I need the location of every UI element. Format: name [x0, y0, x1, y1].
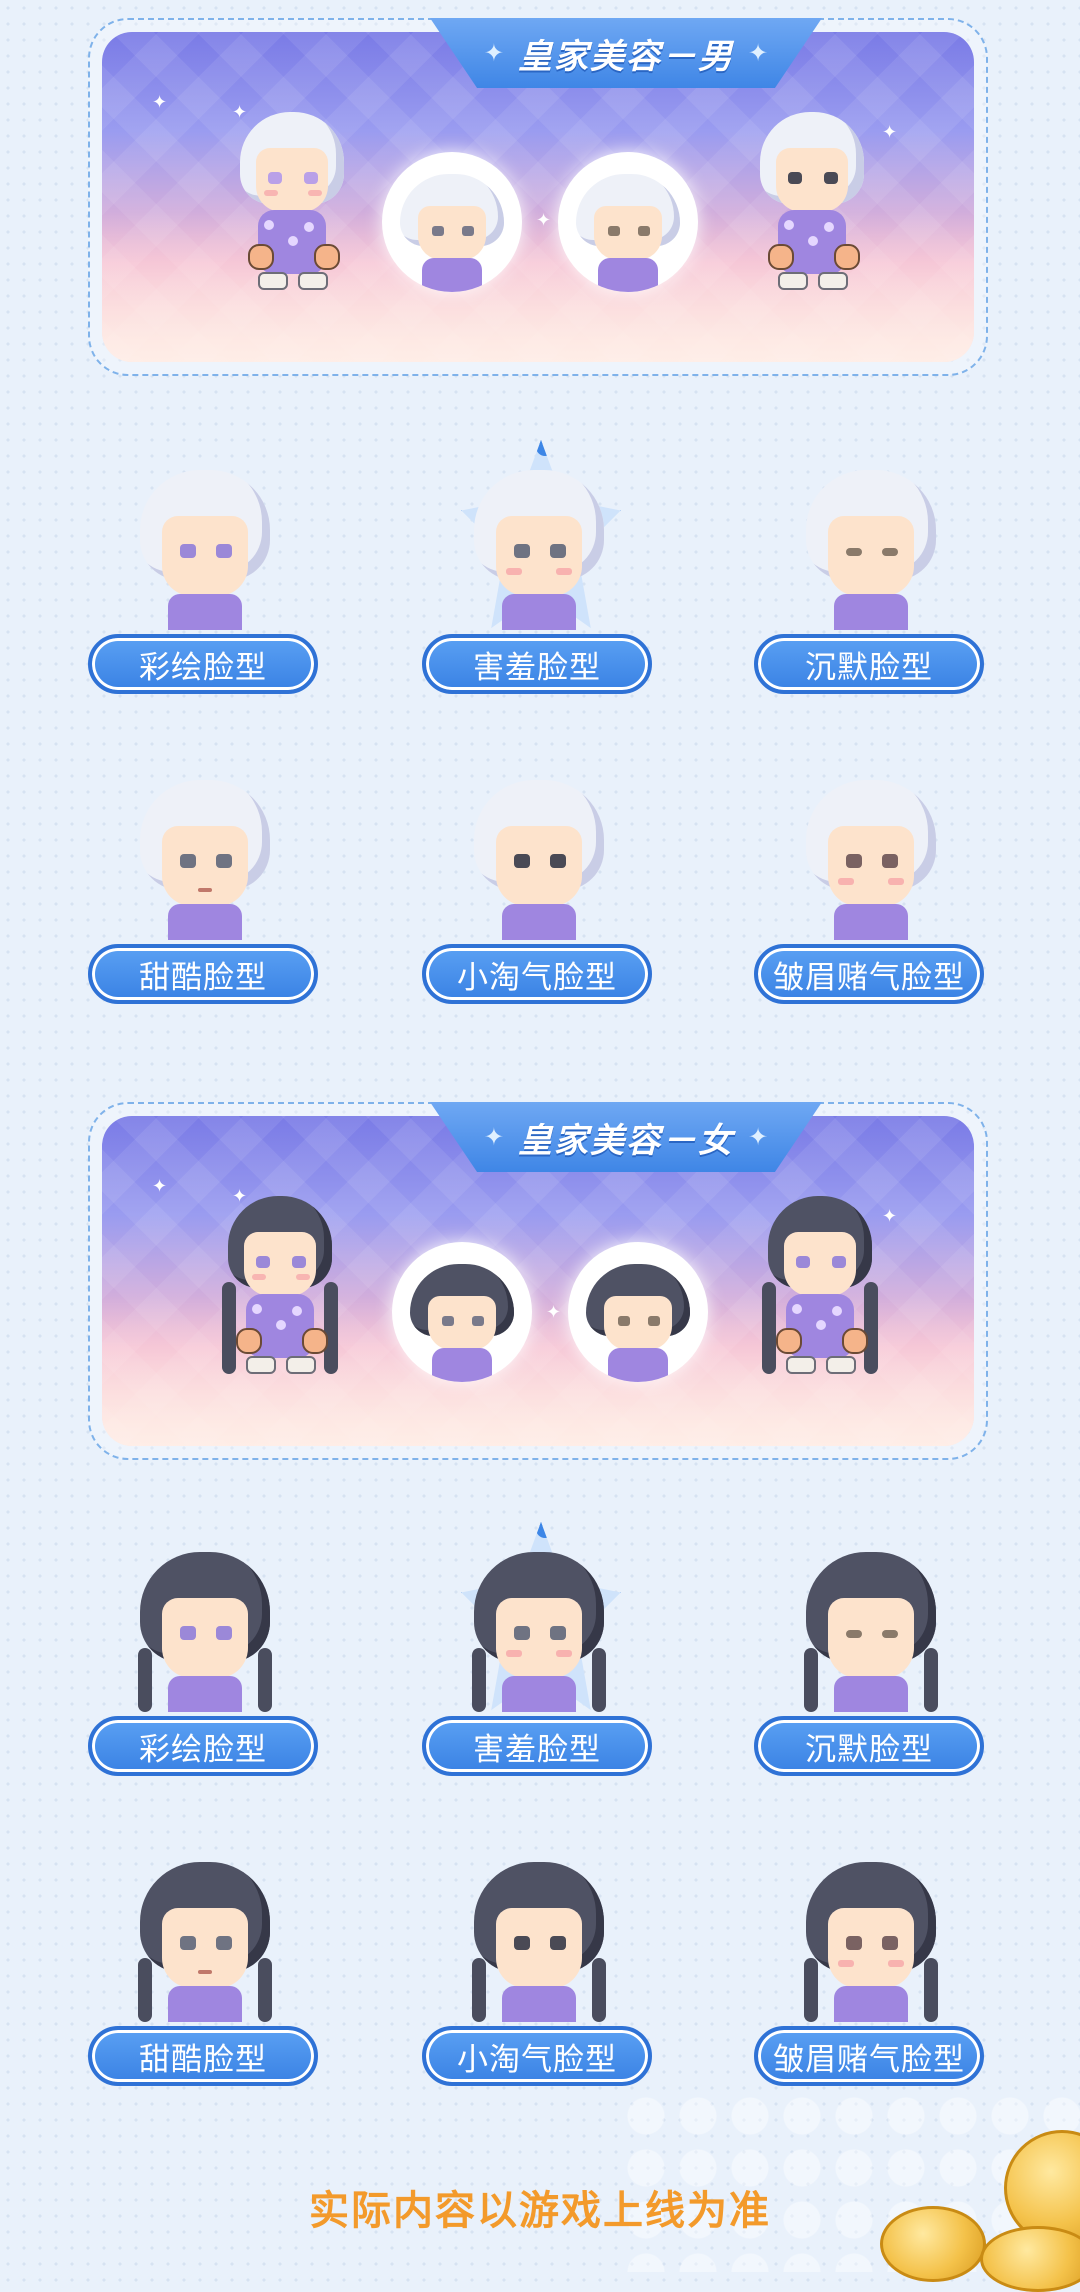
face-option-selected[interactable]: 害羞脸型: [422, 1522, 652, 1782]
face-option[interactable]: 甜酷脸型: [88, 760, 318, 1010]
character-full-body-right: [752, 112, 872, 312]
banner-title: 皇家美容－男: [518, 36, 734, 77]
face-option[interactable]: 皱眉赌气脸型: [754, 760, 984, 1010]
male-banner: ✦ 皇家美容－男 ✦ ✦ ✦ ✦ ✦: [88, 18, 988, 376]
face-option-label: 害羞脸型: [422, 1716, 652, 1776]
sparkle-icon: ✦: [882, 1206, 898, 1227]
sparkle-icon: ✦: [748, 1123, 769, 1151]
sparkle-icon: ✦: [536, 210, 552, 231]
sparkle-icon: ✦: [546, 1302, 562, 1323]
sparkle-icon: ✦: [483, 39, 504, 67]
banner-ribbon: ✦ 皇家美容－男 ✦: [430, 18, 822, 88]
face-option-label: 皱眉赌气脸型: [754, 944, 984, 1004]
face-option-label: 甜酷脸型: [88, 944, 318, 1004]
sparkle-icon: ✦: [152, 92, 168, 113]
face-option-selected[interactable]: 害羞脸型: [422, 440, 652, 700]
female-banner: ✦ 皇家美容－女 ✦ ✦ ✦ ✦ ✦: [88, 1102, 988, 1460]
sparkle-icon: ✦: [882, 122, 898, 143]
face-option-label: 小淘气脸型: [422, 944, 652, 1004]
face-preview-medal: [382, 152, 522, 292]
sparkle-icon: ✦: [152, 1176, 168, 1197]
sparkle-icon: ✦: [748, 39, 769, 67]
face-option-label: 沉默脸型: [754, 1716, 984, 1776]
face-option-label: 小淘气脸型: [422, 2026, 652, 2086]
face-option-label: 甜酷脸型: [88, 2026, 318, 2086]
face-preview-medal: [568, 1242, 708, 1382]
face-option[interactable]: 小淘气脸型: [422, 760, 652, 1010]
face-option[interactable]: 沉默脸型: [754, 450, 984, 700]
face-preview-medal: [558, 152, 698, 292]
face-option[interactable]: 彩绘脸型: [88, 450, 318, 700]
banner-title: 皇家美容－女: [518, 1120, 734, 1161]
face-option-label: 彩绘脸型: [88, 634, 318, 694]
face-option-label: 害羞脸型: [422, 634, 652, 694]
face-option[interactable]: 小淘气脸型: [422, 1842, 652, 2092]
character-full-body-right: [760, 1196, 880, 1396]
face-option[interactable]: 皱眉赌气脸型: [754, 1842, 984, 2092]
face-option[interactable]: 沉默脸型: [754, 1532, 984, 1782]
banner-ribbon: ✦ 皇家美容－女 ✦: [430, 1102, 822, 1172]
face-option-label: 皱眉赌气脸型: [754, 2026, 984, 2086]
face-preview-medal: [392, 1242, 532, 1382]
disclaimer-note: 实际内容以游戏上线为准: [309, 2188, 771, 2234]
face-option-label: 沉默脸型: [754, 634, 984, 694]
sparkle-icon: ✦: [483, 1123, 504, 1151]
character-full-body-left: [220, 1196, 340, 1396]
face-option[interactable]: 甜酷脸型: [88, 1842, 318, 2092]
face-option[interactable]: 彩绘脸型: [88, 1532, 318, 1782]
face-option-label: 彩绘脸型: [88, 1716, 318, 1776]
character-full-body-left: [232, 112, 352, 312]
